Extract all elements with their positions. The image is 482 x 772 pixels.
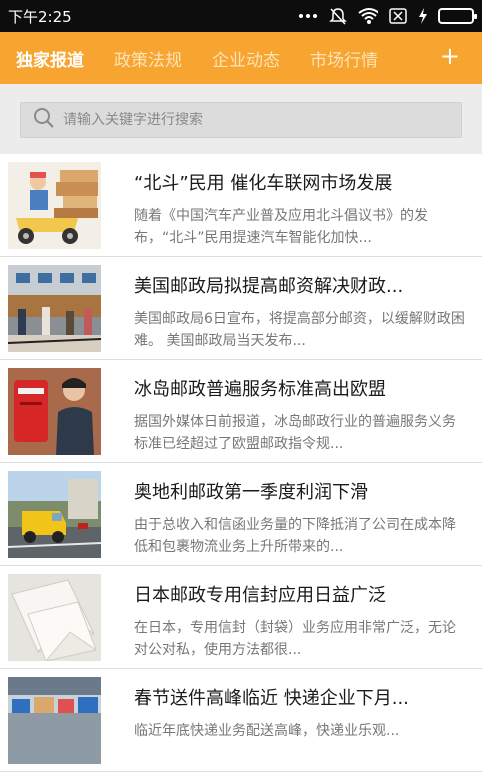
news-title[interactable]: “北斗”民用 催化车联网市场发展 <box>134 169 474 195</box>
news-item[interactable]: 冰岛邮政普遍服务标准高出欧盟 据国外媒体日前报道，冰岛邮政行业的普遍服务义务标准… <box>0 360 482 463</box>
search-input[interactable] <box>63 112 443 128</box>
news-title[interactable]: 美国邮政局拟提高邮资解决财政... <box>134 272 474 298</box>
tab-market-trends[interactable]: 市场行情 <box>310 46 378 71</box>
news-thumbnail <box>8 265 101 352</box>
search-area <box>0 84 482 154</box>
news-thumbnail <box>8 677 101 764</box>
status-bar: 下午2:25 <box>0 0 482 32</box>
news-item[interactable]: 美国邮政局拟提高邮资解决财政... 美国邮政局6日宣布，将提高部分邮资，以缓解财… <box>0 257 482 360</box>
news-thumbnail <box>8 162 101 249</box>
tab-company-news[interactable]: 企业动态 <box>212 46 280 71</box>
news-summary: 美国邮政局6日宣布，将提高部分邮资，以缓解财政困难。 美国邮政局当天发布... <box>134 311 465 349</box>
news-summary: 由于总收入和信函业务量的下降抵消了公司在成本降低和包裹物流业务上升所带来的... <box>134 517 456 555</box>
mute-bell-icon <box>328 7 348 25</box>
news-item[interactable]: 奥地利邮政第一季度利润下滑 由于总收入和信函业务量的下降抵消了公司在成本降低和包… <box>0 463 482 566</box>
charging-icon <box>418 7 428 25</box>
wifi-icon <box>358 7 378 25</box>
news-title[interactable]: 冰岛邮政普遍服务标准高出欧盟 <box>134 375 474 401</box>
news-title[interactable]: 春节送件高峰临近 快递企业下月... <box>134 684 474 710</box>
news-summary: 据国外媒体日前报道，冰岛邮政行业的普遍服务义务标准已经超过了欧盟邮政指令规... <box>134 414 456 452</box>
news-list: “北斗”民用 催化车联网市场发展 随着《中国汽车产业普及应用北斗倡议书》的发布，… <box>0 154 482 772</box>
news-thumbnail <box>8 574 101 661</box>
sim-off-icon <box>388 7 408 25</box>
news-item[interactable]: 春节送件高峰临近 快递企业下月... 临近年底快递业务配送高峰，快递业乐观... <box>0 669 482 772</box>
add-tab-button[interactable]: + <box>440 42 460 70</box>
news-summary: 在日本，专用信封（封袋）业务应用非常广泛，无论对公对私，使用方法都很... <box>134 620 456 658</box>
category-tab-bar: 独家报道 政策法规 企业动态 市场行情 + <box>0 32 482 84</box>
status-time: 下午2:25 <box>8 7 72 26</box>
news-thumbnail <box>8 471 101 558</box>
tab-policies-regulations[interactable]: 政策法规 <box>114 46 182 71</box>
news-title[interactable]: 日本邮政专用信封应用日益广泛 <box>134 581 474 607</box>
search-box[interactable] <box>20 102 462 138</box>
search-icon <box>33 107 55 133</box>
news-item[interactable]: 日本邮政专用信封应用日益广泛 在日本，专用信封（封袋）业务应用非常广泛，无论对公… <box>0 566 482 669</box>
tab-exclusive-reports[interactable]: 独家报道 <box>16 46 84 71</box>
more-dots-icon <box>298 7 318 25</box>
news-summary: 随着《中国汽车产业普及应用北斗倡议书》的发布，“北斗”民用提速汽车智能化加快..… <box>134 208 428 246</box>
battery-icon <box>438 8 477 24</box>
news-item[interactable]: “北斗”民用 催化车联网市场发展 随着《中国汽车产业普及应用北斗倡议书》的发布，… <box>0 154 482 257</box>
news-title[interactable]: 奥地利邮政第一季度利润下滑 <box>134 478 474 504</box>
news-thumbnail <box>8 368 101 455</box>
